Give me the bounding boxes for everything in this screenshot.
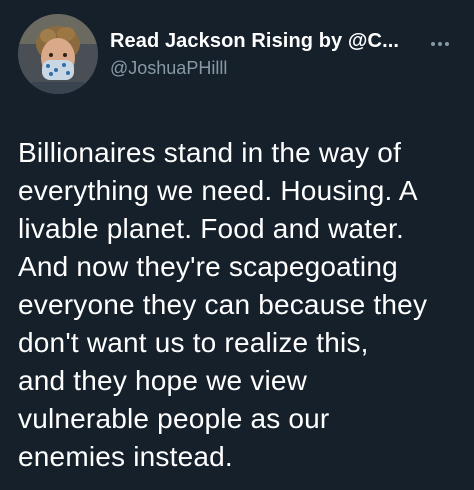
dot — [445, 42, 449, 46]
user-handle[interactable]: @JoshuaPHilll — [110, 56, 399, 80]
profile-photo-icon — [18, 14, 98, 94]
dot — [438, 42, 442, 46]
tweet-text: Billionaires stand in the way of everyth… — [18, 137, 428, 472]
avatar[interactable] — [18, 14, 98, 94]
dot — [431, 42, 435, 46]
author-names: Read Jackson Rising by @C... @JoshuaPHil… — [110, 28, 399, 80]
more-options-icon[interactable] — [426, 34, 454, 54]
display-name[interactable]: Read Jackson Rising by @C... — [110, 28, 399, 54]
tweet-header: Read Jackson Rising by @C... @JoshuaPHil… — [18, 12, 456, 96]
tweet-card: Read Jackson Rising by @C... @JoshuaPHil… — [0, 0, 474, 490]
